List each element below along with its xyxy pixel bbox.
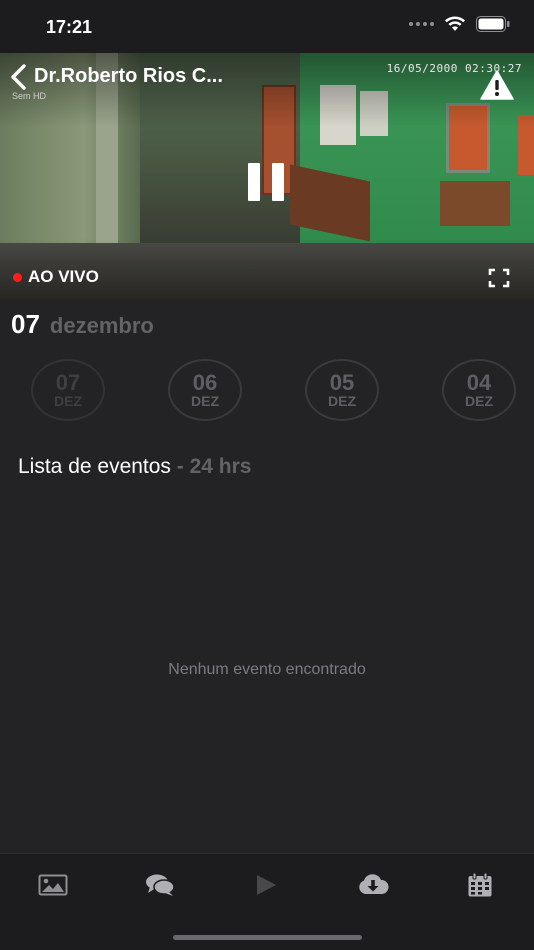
- day-button-04[interactable]: 04 DEZ: [442, 359, 516, 421]
- day-month: DEZ: [465, 392, 493, 409]
- selected-date-heading: 07 dezembro: [11, 309, 154, 340]
- back-icon[interactable]: [8, 63, 30, 91]
- home-indicator: [173, 935, 362, 940]
- tab-gallery[interactable]: [33, 870, 73, 900]
- day-button-05[interactable]: 05 DEZ: [305, 359, 379, 421]
- tab-playback[interactable]: [246, 870, 286, 900]
- live-video-player[interactable]: 16/05/2000 02:30:27 Sem HD Dr.Roberto Ri…: [0, 53, 534, 300]
- gallery-icon: [38, 874, 68, 896]
- day-number: 06: [192, 369, 218, 395]
- cellular-dots-icon: [409, 22, 434, 26]
- empty-events-message: Nenhum evento encontrado: [168, 661, 366, 678]
- cloud-download-icon: [359, 874, 389, 894]
- selected-month: dezembro: [49, 313, 154, 338]
- day-button-07[interactable]: 07 DEZ: [31, 359, 105, 421]
- camera-title: Dr.Roberto Rios C...: [34, 65, 223, 87]
- live-dot-icon: [13, 272, 22, 282]
- day-month: DEZ: [54, 392, 82, 409]
- camera-quality-label: Sem HD: [12, 91, 47, 101]
- events-range: - 24 hrs: [176, 455, 252, 478]
- day-month: DEZ: [191, 392, 219, 409]
- tab-chat[interactable]: [140, 870, 180, 900]
- warning-icon[interactable]: [480, 70, 514, 100]
- events-title-label: Lista de eventos: [18, 455, 171, 478]
- wifi-icon: [445, 16, 465, 31]
- day-number: 07: [55, 369, 81, 395]
- live-label: AO VIVO: [28, 267, 99, 286]
- status-icons: [409, 16, 510, 32]
- calendar-icon: [468, 872, 492, 897]
- selected-day: 07: [11, 309, 40, 339]
- pause-button[interactable]: [246, 163, 286, 201]
- status-time: 17:21: [46, 17, 93, 37]
- day-number: 05: [329, 369, 355, 395]
- fullscreen-icon[interactable]: [488, 268, 510, 288]
- battery-icon: [476, 16, 510, 32]
- day-selector: 07 DEZ 06 DEZ 05 DEZ 04 DEZ: [0, 359, 534, 423]
- tab-calendar[interactable]: [460, 870, 500, 900]
- day-button-06[interactable]: 06 DEZ: [168, 359, 242, 421]
- status-bar: 17:21: [0, 0, 534, 53]
- play-icon: [257, 875, 276, 895]
- tab-downloads[interactable]: [353, 870, 393, 900]
- day-month: DEZ: [328, 392, 356, 409]
- events-list-title: Lista de eventos - 24 hrs: [18, 455, 251, 479]
- chat-icon: [146, 874, 175, 896]
- live-indicator: AO VIVO: [13, 267, 99, 287]
- day-number: 04: [466, 369, 492, 395]
